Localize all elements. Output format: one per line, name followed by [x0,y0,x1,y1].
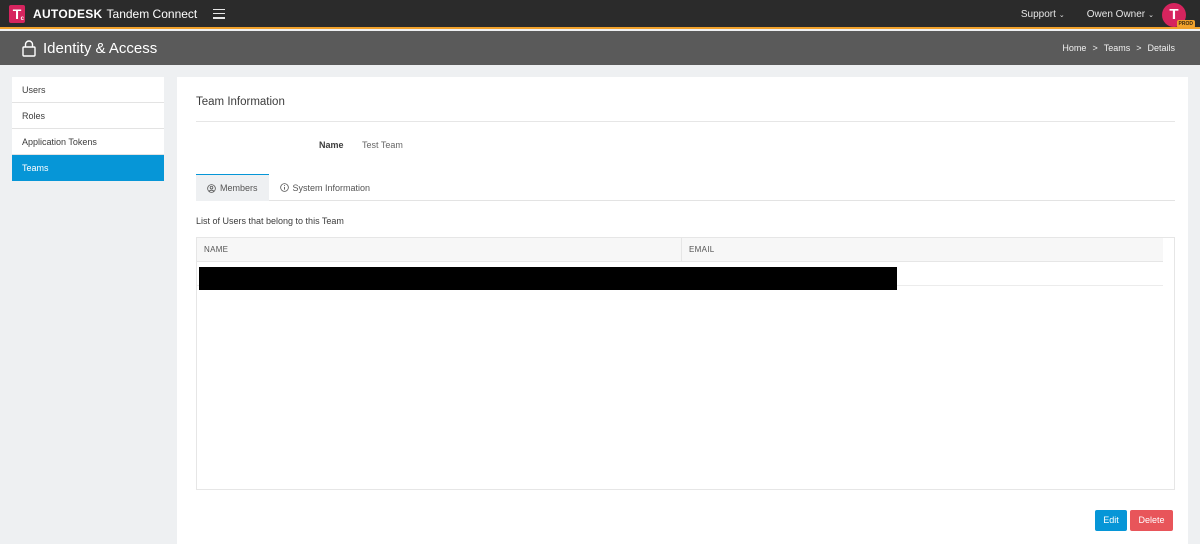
members-list-caption: List of Users that belong to this Team [196,216,344,226]
main-panel: Team Information Name Test Team Members … [177,77,1188,544]
table-header: NAME EMAIL [197,238,1163,262]
lock-icon [22,39,36,57]
sidebar-item-users[interactable]: Users [12,77,164,103]
sidebar-item-teams[interactable]: Teams [12,155,164,181]
tandem-logo-icon[interactable]: T c [9,4,25,23]
support-label: Support [1020,9,1056,20]
section-title: Team Information [196,96,285,108]
brand-name[interactable]: AUTODESK Tandem Connect [33,7,197,21]
tab-system-information-label: System Information [292,182,371,193]
sidebar-item-roles[interactable]: Roles [12,103,164,129]
brand-product: Tandem Connect [106,6,198,21]
brand-autodesk: AUTODESK [33,6,103,21]
name-field-label: Name [319,140,344,150]
redacted-block [199,267,897,290]
breadcrumb-home[interactable]: Home [1062,43,1086,53]
info-icon [279,183,289,192]
breadcrumb-teams[interactable]: Teams [1104,43,1131,53]
hamburger-menu-icon[interactable] [213,8,226,19]
tab-members[interactable]: Members [196,174,269,201]
tab-system-information[interactable]: System Information [269,174,382,201]
breadcrumb-separator: > [1092,43,1098,53]
support-menu[interactable]: Support ⌄ [1021,9,1065,20]
avatar[interactable]: T PROD [1162,2,1195,28]
environment-badge: PROD [1176,19,1195,28]
name-field-value: Test Team [362,140,403,150]
user-menu[interactable]: Owen Owner ⌄ [1087,9,1154,20]
chevron-down-icon: ⌄ [1148,11,1154,19]
sidebar-item-application-tokens[interactable]: Application Tokens [12,129,164,155]
divider [196,121,1175,122]
members-table: NAME EMAIL [196,237,1175,490]
user-circle-icon [207,183,216,193]
chevron-down-icon: ⌄ [1058,11,1065,19]
breadcrumb-details: Details [1147,43,1175,53]
table-row[interactable] [197,262,1163,290]
page-title: Identity & Access [43,39,158,57]
user-name: Owen Owner [1086,9,1146,20]
logo-sub-letter: c [20,15,24,22]
column-header-email[interactable]: EMAIL [682,238,1163,262]
breadcrumb: Home > Teams > Details [1062,31,1175,65]
delete-button[interactable]: Delete [1130,510,1173,531]
top-navbar: T c AUTODESK Tandem Connect Support ⌄ Owe… [0,0,1200,29]
page-header: Identity & Access Home > Teams > Details [0,31,1200,65]
sidebar: Users Roles Application Tokens Teams [12,77,164,181]
column-header-name[interactable]: NAME [197,238,682,262]
tab-members-label: Members [220,183,258,193]
tab-bar: Members System Information [196,174,1175,201]
breadcrumb-separator: > [1136,43,1142,53]
edit-button[interactable]: Edit [1095,510,1127,531]
